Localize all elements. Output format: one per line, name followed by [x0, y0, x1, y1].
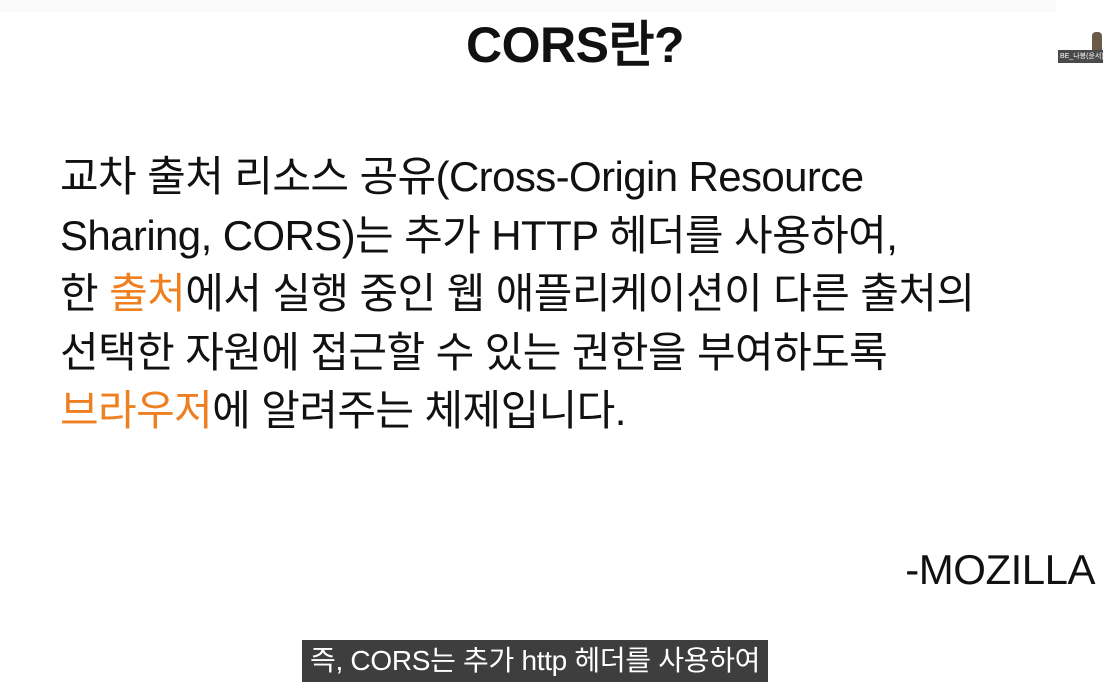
body-line: 한 출처에서 실행 중인 웹 애플리케이션이 다른 출처의 — [60, 265, 1060, 324]
body-text-segment: 선택한 자원에 접근할 수 있는 권한을 부여하도록 — [60, 328, 888, 376]
presentation-slide: CORS란? 교차 출처 리소스 공유(Cross-Origin Resourc… — [0, 0, 1103, 700]
body-text-segment: 한 — [60, 270, 110, 317]
participant-name-label: BE_나봉(윤서) — [1058, 50, 1103, 63]
highlight-browser: 브라우저 — [60, 387, 213, 434]
highlight-origin: 출처 — [109, 270, 186, 317]
body-text-segment: 교차 출처 리소스 공유(Cross-Origin Resource — [60, 153, 864, 200]
body-line: 선택한 자원에 접근할 수 있는 권한을 부여하도록 — [60, 324, 1060, 383]
participant-video-tile[interactable]: BE_나봉(윤서) — [1058, 30, 1103, 66]
slide-body: 교차 출처 리소스 공유(Cross-Origin Resource Shari… — [60, 148, 1060, 441]
slide-title: CORS란? — [466, 17, 685, 73]
subtitle-caption: 즉, CORS는 추가 http 헤더를 사용하여 — [302, 640, 769, 682]
body-line: 브라우저에 알려주는 체제입니다. — [60, 382, 1060, 441]
attribution: -MOZILLA — [905, 546, 1095, 593]
body-line: 교차 출처 리소스 공유(Cross-Origin Resource — [60, 148, 1060, 207]
body-text-segment: 에 알려주는 체제입니다. — [212, 387, 626, 434]
body-text-segment: Sharing, CORS)는 추가 HTTP 헤더를 사용하여, — [60, 211, 898, 259]
body-line: Sharing, CORS)는 추가 HTTP 헤더를 사용하여, — [60, 207, 1060, 266]
body-text-segment: 에서 실행 중인 웹 애플리케이션이 다른 출처의 — [185, 270, 975, 317]
top-strip — [0, 0, 1056, 12]
